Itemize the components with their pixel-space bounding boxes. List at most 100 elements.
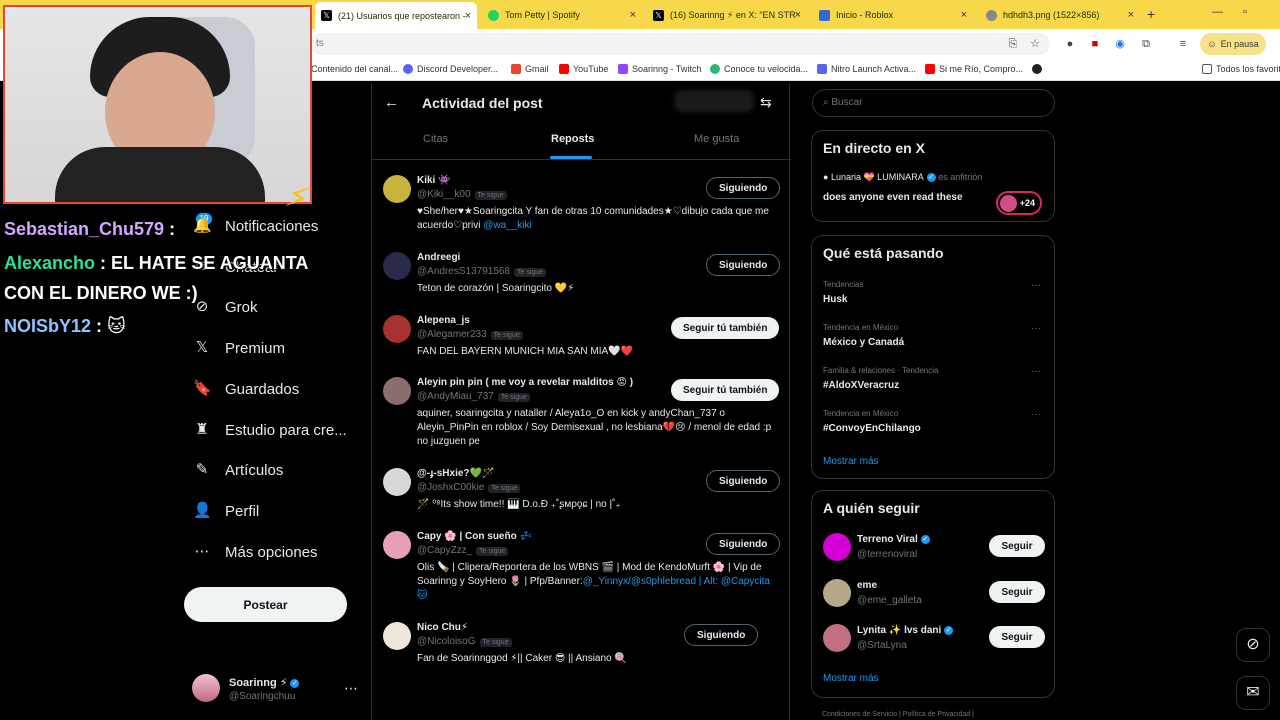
- bookmark-star-icon[interactable]: ☆: [1028, 37, 1042, 51]
- follow-button[interactable]: Seguir: [989, 626, 1045, 648]
- list-item[interactable]: Nico Chu⚡ @NicoloisoG Te sigue Fan de Soa…: [372, 622, 791, 667]
- extension-icon[interactable]: ■: [1088, 37, 1102, 51]
- all-bookmarks[interactable]: Todos los favorit: [1202, 64, 1280, 74]
- puzzle-icon[interactable]: ⧉: [1139, 37, 1153, 51]
- account-switcher[interactable]: Soarinng ⚡ ✓ @Soaringchuu ⋯: [192, 674, 362, 706]
- grok-icon[interactable]: ⊘: [1236, 628, 1270, 662]
- bookmark-item[interactable]: [1032, 64, 1046, 74]
- extension-icon[interactable]: ◉: [1113, 37, 1127, 51]
- messages-icon[interactable]: ✉: [1236, 676, 1270, 710]
- more-options-icon[interactable]: ⋯: [344, 680, 358, 697]
- filter-icon[interactable]: ⇆: [760, 94, 772, 111]
- webcam-overlay: [3, 5, 312, 204]
- new-tab-button[interactable]: +: [1147, 6, 1155, 22]
- list-item[interactable]: Andreegi @AndresS13791568 Te sigue Teton …: [372, 252, 791, 297]
- globe-icon: [1032, 64, 1042, 74]
- follow-button[interactable]: Seguir: [989, 535, 1045, 557]
- media-icon[interactable]: ≡: [1176, 37, 1190, 51]
- more-options-icon[interactable]: ···: [1031, 280, 1041, 291]
- user-name[interactable]: Andreegi: [417, 252, 460, 263]
- tab-reposts[interactable]: Reposts: [551, 133, 594, 145]
- tab-citas[interactable]: Citas: [423, 133, 448, 145]
- show-more-suggestions-link[interactable]: Mostrar más: [823, 673, 879, 684]
- nav-mas-opciones[interactable]: ⋯ Más opciones: [193, 543, 318, 561]
- nav-perfil[interactable]: 👤 Perfil: [193, 502, 259, 520]
- browser-tab-spotify[interactable]: Tom Petty | Spotify ×: [482, 4, 642, 26]
- bio-link[interactable]: @wa__kiki: [483, 220, 532, 231]
- more-options-icon[interactable]: ···: [1031, 366, 1041, 377]
- live-host[interactable]: ● Lunaria 💝 LUMINARA ✓ es anfitrión: [823, 172, 982, 183]
- nav-estudio[interactable]: ♜ Estudio para cre...: [193, 421, 346, 439]
- user-name[interactable]: Aleyin pin pin ( me voy a revelar maldit…: [417, 377, 633, 388]
- show-more-trends-link[interactable]: Mostrar más: [823, 456, 879, 467]
- extension-icon[interactable]: ●: [1063, 37, 1077, 51]
- browser-tab-roblox[interactable]: Inicio - Roblox ×: [813, 4, 973, 26]
- bookmark-item[interactable]: Contenido del canal...: [311, 64, 398, 74]
- close-tab-icon[interactable]: ×: [465, 10, 471, 22]
- nav-grok[interactable]: ⊘ Grok: [193, 298, 258, 316]
- nav-articulos[interactable]: ✎ Artículos: [193, 461, 284, 479]
- bookmark-item[interactable]: Nitro Launch Activa...: [817, 64, 916, 74]
- close-tab-icon[interactable]: ×: [630, 9, 636, 21]
- browser-tab-image[interactable]: hdhdh3.png (1522×856) ×: [980, 4, 1140, 26]
- browser-tab-soarinng[interactable]: 𝕏 (16) Soarinng ⚡ en X: "EN STR ×: [647, 4, 807, 26]
- user-bio: Teton de corazón | Soaringcito 💛⚡: [417, 283, 575, 294]
- live-title[interactable]: does anyone even read these: [823, 192, 963, 203]
- follow-back-button[interactable]: Seguir tú también: [671, 317, 780, 339]
- user-name[interactable]: Alepena_js: [417, 315, 470, 326]
- list-item[interactable]: Aleyin pin pin ( me voy a revelar maldit…: [372, 377, 791, 452]
- trend-item[interactable]: Familia & relaciones · Tendencia #AldoXVe…: [823, 366, 1045, 396]
- user-name[interactable]: Nico Chu⚡: [417, 622, 468, 633]
- bookmark-item[interactable]: YouTube: [559, 64, 608, 74]
- user-name[interactable]: Kiki 👾: [417, 175, 451, 186]
- live-avatar-icon: ●: [823, 172, 829, 182]
- trend-item[interactable]: Tendencia en México México y Canadá ···: [823, 323, 1045, 353]
- more-options-icon[interactable]: ···: [1031, 323, 1041, 334]
- bookmark-item[interactable]: Discord Developer...: [403, 64, 498, 74]
- close-tab-icon[interactable]: ×: [1128, 9, 1134, 21]
- more-options-icon[interactable]: ···: [1031, 409, 1041, 420]
- user-name[interactable]: Capy 🌸 | Con sueño 💤: [417, 531, 532, 542]
- nav-guardados[interactable]: 🔖 Guardados: [193, 380, 299, 398]
- nav-label: Grok: [225, 298, 258, 316]
- bookmark-item[interactable]: Conoce tu velocida...: [710, 64, 808, 74]
- footer-links[interactable]: Condiciones de Servicio | Política de Pr…: [822, 711, 974, 718]
- url-field[interactable]: ts: [310, 33, 1050, 55]
- page-title: Actividad del post: [422, 95, 543, 111]
- list-item[interactable]: Alepena_js @Alegamer233 Te sigue FAN DEL …: [372, 315, 791, 360]
- maximize-icon[interactable]: ▫: [1243, 6, 1247, 18]
- trend-item[interactable]: Tendencia en México #ConvoyEnChilango ···: [823, 409, 1045, 439]
- list-item[interactable]: Capy 🌸 | Con sueño 💤 @CapyZzz_ Te sigue O…: [372, 531, 791, 606]
- install-icon[interactable]: ⎘: [1006, 37, 1020, 51]
- suggestion-item[interactable]: Terreno Viral ✓ @terrenoviral Seguir: [823, 533, 1045, 567]
- close-tab-icon[interactable]: ×: [795, 9, 801, 21]
- profile-paused-button[interactable]: ☺ En pausa: [1200, 33, 1266, 55]
- following-button[interactable]: Siguiendo: [706, 533, 781, 555]
- bookmark-item[interactable]: Soarinng - Twitch: [618, 64, 701, 74]
- list-item[interactable]: Kiki 👾 @Kiki__k00 Te sigue ♥She/her♥★Soar…: [372, 175, 791, 235]
- user-name[interactable]: @-ɟ-sHxie?💚🪄: [417, 468, 494, 479]
- browser-tab-reposts[interactable]: 𝕏 (21) Usuarios que repostearon - ×: [315, 2, 477, 29]
- post-button[interactable]: Postear: [184, 587, 347, 622]
- following-button[interactable]: Siguiendo: [706, 254, 781, 276]
- minimize-icon[interactable]: —: [1212, 6, 1223, 18]
- back-arrow-icon[interactable]: ←: [384, 94, 399, 111]
- following-button[interactable]: Siguiendo: [684, 624, 759, 646]
- bookmark-item[interactable]: Si me Río, Compro...: [925, 64, 1023, 74]
- nav-premium[interactable]: 𝕏 Premium: [193, 339, 285, 357]
- suggestion-item[interactable]: eme @eme_galleta Seguir: [823, 579, 1045, 613]
- tab-me-gusta[interactable]: Me gusta: [694, 133, 739, 145]
- following-button[interactable]: Siguiendo: [706, 470, 781, 492]
- suggestion-item[interactable]: Lynita ✨ lvs dani ✓ @SrtaLyna Seguir: [823, 624, 1045, 658]
- trend-item[interactable]: Tendencias Husk ···: [823, 280, 1045, 310]
- close-tab-icon[interactable]: ×: [961, 9, 967, 21]
- listener-avatar: [1000, 195, 1017, 212]
- globe-icon: [986, 9, 997, 21]
- bookmark-item[interactable]: Gmail: [511, 64, 549, 74]
- search-input[interactable]: ⌕ Buscar: [812, 89, 1055, 117]
- list-item[interactable]: @-ɟ-sHxie?💚🪄 @JoshxC00kie Te sigue 🪄 ⁰⁸It…: [372, 468, 791, 513]
- live-listeners-pill[interactable]: +24: [996, 191, 1042, 215]
- follow-button[interactable]: Seguir: [989, 581, 1045, 603]
- following-button[interactable]: Siguiendo: [706, 177, 781, 199]
- follow-back-button[interactable]: Seguir tú también: [671, 379, 780, 401]
